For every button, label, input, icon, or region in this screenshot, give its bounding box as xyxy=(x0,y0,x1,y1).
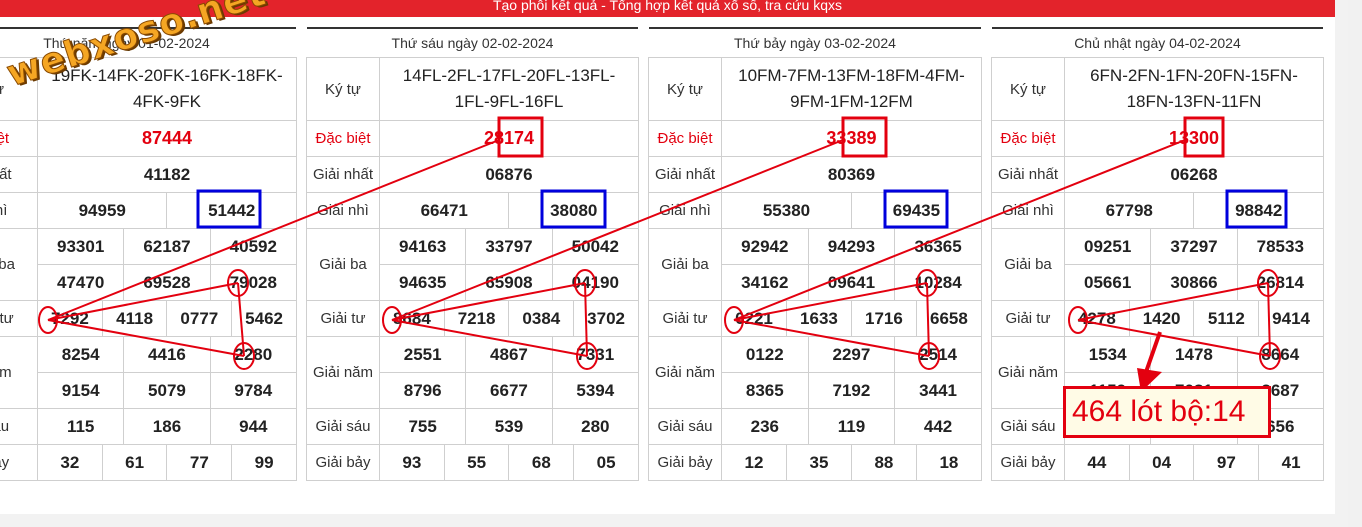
blue-highlight-box xyxy=(883,189,949,229)
blue-highlight-box xyxy=(1225,189,1288,229)
red-connector-line xyxy=(1267,282,1271,357)
red-connector-line xyxy=(47,139,500,321)
red-connector-line xyxy=(47,282,239,321)
red-arrow-line xyxy=(1144,331,1162,373)
blue-highlight-box xyxy=(196,189,262,229)
red-connector-line xyxy=(391,319,588,357)
red-connector-line xyxy=(584,282,588,357)
red-connector-line xyxy=(926,282,930,357)
vertical-scrollbar[interactable] xyxy=(1348,0,1362,527)
red-connector-line xyxy=(733,139,1186,321)
annotation-overlay xyxy=(38,116,1288,392)
red-connector-line xyxy=(1077,319,1271,357)
red-highlight-box xyxy=(1183,116,1225,158)
blue-highlight-box xyxy=(540,189,607,229)
red-connector-line xyxy=(391,282,586,321)
red-connector-line xyxy=(1077,282,1269,321)
red-connector-line xyxy=(391,139,844,321)
red-connector-line xyxy=(47,319,245,357)
red-connector-line xyxy=(733,319,930,357)
screenshot-stage: Tạo phôi kết quả - Tổng hợp kết quả xổ s… xyxy=(0,0,1362,527)
red-connector-line xyxy=(733,282,928,321)
red-highlight-box xyxy=(841,116,888,158)
annotation-note: 464 lót bộ:14 xyxy=(1063,386,1271,438)
red-highlight-box xyxy=(497,116,544,158)
